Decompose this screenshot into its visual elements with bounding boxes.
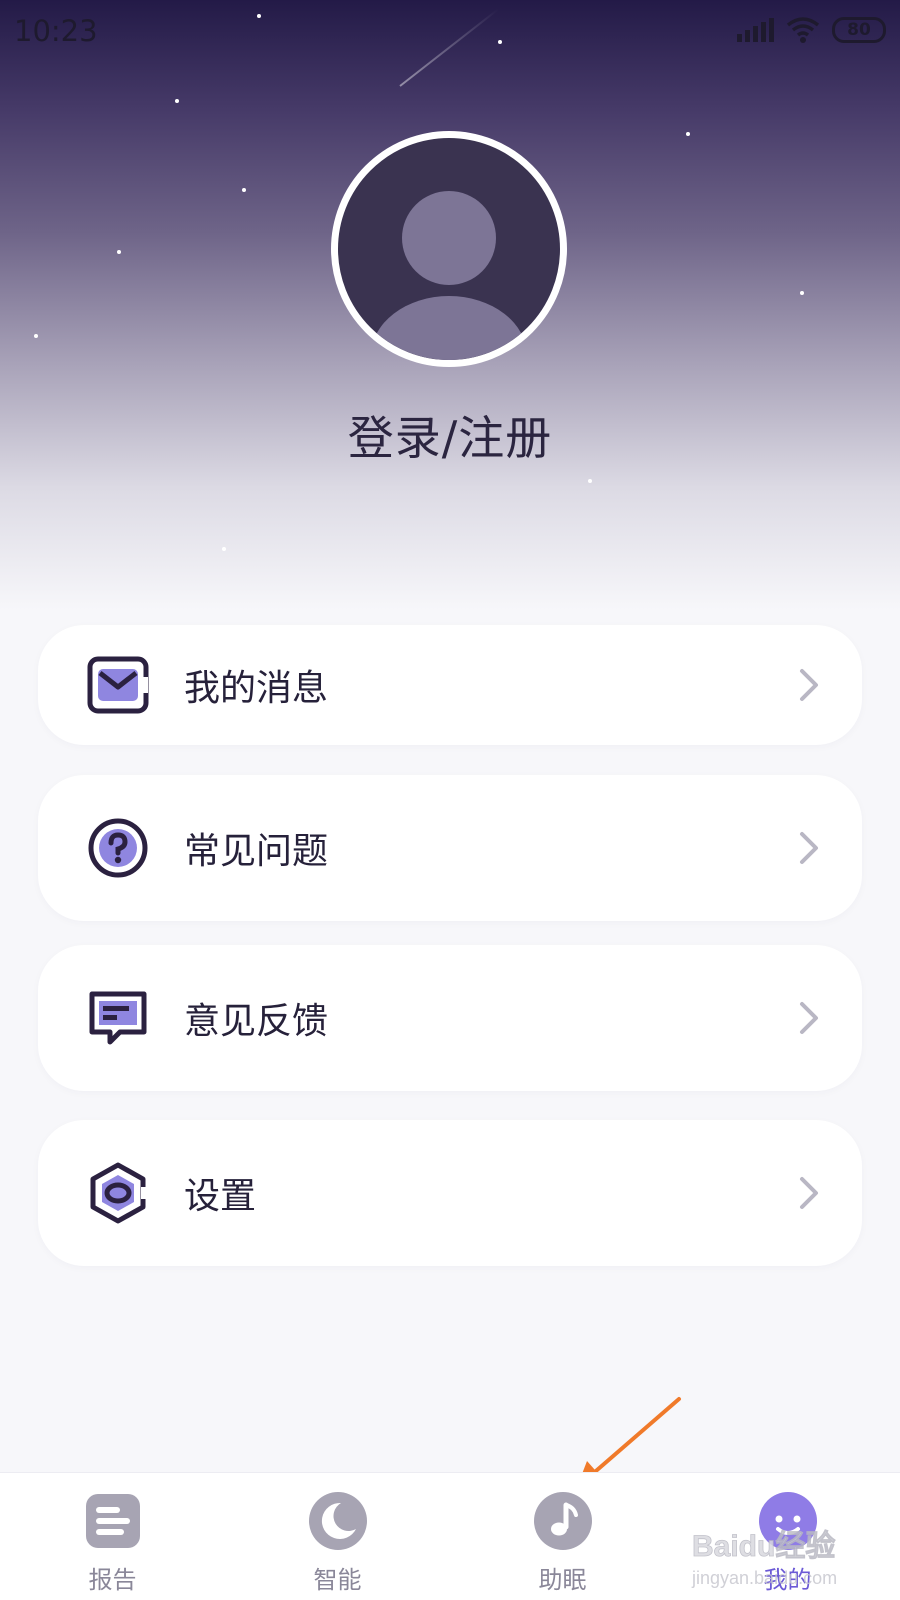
menu-item-label: 意见反馈 — [184, 1001, 329, 1042]
menu-item-label: 我的消息 — [184, 668, 329, 709]
star-decoration — [175, 99, 179, 103]
music-note-icon — [534, 1492, 592, 1550]
tab-label: 报告 — [88, 1566, 137, 1594]
tab-smart[interactable]: 智能 — [225, 1473, 450, 1600]
tab-report[interactable]: 报告 — [0, 1473, 225, 1600]
status-bar: 10:23 80 — [0, 0, 900, 64]
menu-item-label: 常见问题 — [184, 831, 329, 872]
chevron-right-icon — [800, 1002, 818, 1034]
battery-icon: 80 — [832, 17, 886, 43]
login-register-link[interactable]: 登录/注册 — [0, 402, 900, 468]
chevron-right-icon — [800, 832, 818, 864]
baidu-jingyan-watermark: Baidu经验 jingyan.baidu.com — [691, 1529, 837, 1588]
question-icon — [88, 818, 148, 878]
star-decoration — [242, 188, 246, 192]
message-icon — [87, 656, 149, 714]
tab-label: 助眠 — [538, 1566, 587, 1594]
avatar[interactable] — [331, 131, 567, 367]
svg-text:Baidu经验: Baidu经验 — [692, 1529, 835, 1563]
moon-icon — [309, 1492, 367, 1550]
chevron-right-icon — [800, 1177, 818, 1209]
wifi-icon — [786, 17, 820, 43]
tab-sleep-aid[interactable]: 助眠 — [450, 1473, 675, 1600]
svg-text:jingyan.baidu.com: jingyan.baidu.com — [691, 1568, 837, 1588]
star-decoration — [34, 334, 38, 338]
star-decoration — [800, 291, 804, 295]
menu-item-feedback[interactable]: 意见反馈 — [38, 945, 862, 1091]
menu-item-messages[interactable]: 我的消息 — [38, 625, 862, 745]
star-decoration — [222, 547, 226, 551]
settings-icon — [90, 1162, 150, 1224]
star-decoration — [686, 132, 690, 136]
status-icons: 80 — [737, 16, 886, 44]
tab-label: 智能 — [313, 1566, 362, 1594]
avatar-body-shape — [371, 296, 527, 360]
status-time: 10:23 — [14, 14, 98, 48]
feedback-icon — [89, 991, 147, 1045]
report-icon — [86, 1494, 140, 1548]
star-decoration — [117, 250, 121, 254]
signal-icon — [737, 18, 774, 42]
menu-item-settings[interactable]: 设置 — [38, 1120, 862, 1266]
menu-item-label: 设置 — [184, 1176, 257, 1217]
chevron-right-icon — [800, 669, 818, 701]
star-decoration — [588, 479, 592, 483]
avatar-head-shape — [402, 191, 496, 285]
menu-item-faq[interactable]: 常见问题 — [38, 775, 862, 921]
